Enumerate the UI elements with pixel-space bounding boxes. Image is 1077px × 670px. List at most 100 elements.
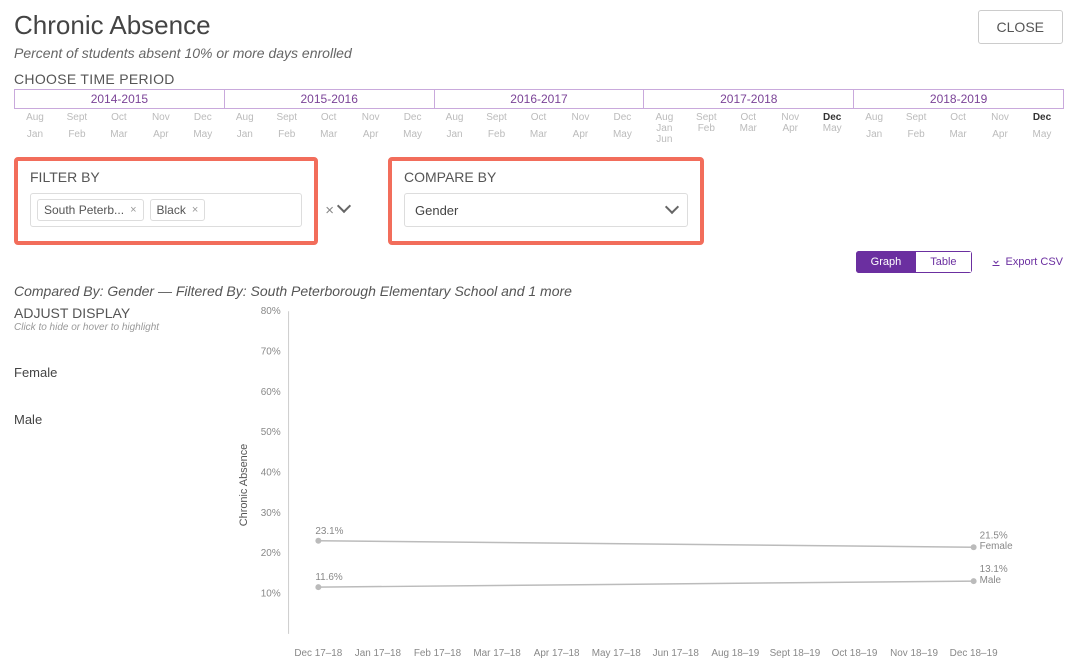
month-label[interactable]: Feb — [685, 123, 727, 134]
year-tab[interactable]: 2014-2015 — [14, 89, 225, 109]
month-label[interactable]: Mar — [98, 129, 140, 146]
svg-text:60%: 60% — [261, 387, 281, 398]
svg-text:Female: Female — [980, 541, 1014, 552]
month-label[interactable]: Sept — [476, 112, 518, 129]
export-csv-button[interactable]: Export CSV — [990, 256, 1063, 268]
month-label[interactable]: Jan — [224, 129, 266, 146]
svg-text:30%: 30% — [261, 508, 281, 519]
month-label[interactable]: Feb — [476, 129, 518, 146]
month-label[interactable]: Aug — [14, 112, 56, 129]
svg-text:50%: 50% — [261, 427, 281, 438]
month-label[interactable]: Feb — [895, 129, 937, 146]
compare-select[interactable]: Gender — [404, 193, 688, 227]
year-tab[interactable]: 2016-2017 — [434, 89, 645, 109]
remove-chip-icon[interactable]: × — [130, 204, 136, 216]
filter-chip[interactable]: Black × — [150, 199, 206, 221]
month-label[interactable]: Mar — [518, 129, 560, 146]
month-label[interactable]: Jan — [853, 129, 895, 146]
month-label[interactable]: Oct — [937, 112, 979, 129]
month-label[interactable]: Jan — [643, 123, 685, 134]
legend-item-female[interactable]: Female — [14, 365, 229, 380]
month-label[interactable]: Apr — [769, 123, 811, 134]
time-period-label: CHOOSE TIME PERIOD — [14, 71, 1063, 87]
svg-text:Aug 18–19: Aug 18–19 — [711, 648, 759, 659]
month-label[interactable]: May — [601, 129, 643, 146]
month-label[interactable]: Dec — [392, 112, 434, 129]
month-label[interactable]: May — [811, 123, 853, 134]
month-label[interactable]: Mar — [727, 123, 769, 134]
month-label[interactable]: Aug — [643, 112, 685, 123]
month-label[interactable]: Mar — [937, 129, 979, 146]
month-label[interactable]: Sept — [56, 112, 98, 129]
filter-by-panel: FILTER BY South Peterb...× Black× × — [14, 157, 318, 245]
month-label[interactable]: Apr — [350, 129, 392, 146]
month-label[interactable]: Feb — [56, 129, 98, 146]
month-label[interactable]: Sept — [685, 112, 727, 123]
month-label[interactable]: Dec — [601, 112, 643, 129]
view-toggle: Graph Table — [856, 251, 972, 273]
month-label[interactable]: Nov — [769, 112, 811, 123]
graph-toggle[interactable]: Graph — [856, 251, 917, 273]
remove-chip-icon[interactable]: × — [192, 204, 198, 216]
month-label[interactable]: Jan — [14, 129, 56, 146]
svg-text:80%: 80% — [261, 306, 281, 317]
month-label[interactable]: Feb — [266, 129, 308, 146]
filter-chip[interactable]: South Peterb... × — [37, 199, 144, 221]
svg-text:May 17–18: May 17–18 — [592, 648, 642, 659]
table-toggle[interactable]: Table — [916, 251, 971, 273]
compare-by-title: COMPARE BY — [404, 169, 688, 185]
month-label[interactable]: Nov — [140, 112, 182, 129]
chevron-down-icon[interactable] — [339, 201, 349, 219]
legend-item-male[interactable]: Male — [14, 412, 229, 427]
svg-text:23.1%: 23.1% — [315, 526, 343, 537]
year-tab[interactable]: 2015-2016 — [224, 89, 435, 109]
page-subtitle: Percent of students absent 10% or more d… — [14, 45, 352, 61]
svg-text:70%: 70% — [261, 347, 281, 358]
month-label[interactable]: Nov — [979, 112, 1021, 129]
month-label[interactable]: Apr — [979, 129, 1021, 146]
month-label[interactable]: Oct — [308, 112, 350, 129]
svg-text:11.6%: 11.6% — [315, 572, 343, 583]
month-label[interactable]: Nov — [559, 112, 601, 129]
month-label[interactable]: Sept — [895, 112, 937, 129]
svg-text:Jun 17–18: Jun 17–18 — [653, 648, 700, 659]
svg-text:Sept 18–19: Sept 18–19 — [770, 648, 821, 659]
month-label[interactable]: Aug — [224, 112, 266, 129]
month-label[interactable]: Dec — [811, 112, 853, 123]
month-label[interactable]: Sept — [266, 112, 308, 129]
month-label[interactable]: Jan — [434, 129, 476, 146]
chevron-down-icon — [667, 202, 677, 218]
svg-text:Jan 17–18: Jan 17–18 — [355, 648, 402, 659]
month-label[interactable]: Dec — [1021, 112, 1063, 129]
close-button[interactable]: CLOSE — [978, 10, 1063, 44]
month-label[interactable]: Oct — [727, 112, 769, 123]
month-label[interactable]: May — [1021, 129, 1063, 146]
clear-filters-icon[interactable]: × — [325, 202, 334, 219]
month-label[interactable]: Aug — [434, 112, 476, 129]
month-label[interactable]: Aug — [853, 112, 895, 129]
svg-text:10%: 10% — [261, 589, 281, 600]
months-row: AugSeptOctNovDecJanFebMarAprMayAugSeptOc… — [14, 112, 1063, 145]
month-label[interactable]: Mar — [308, 129, 350, 146]
compare-value: Gender — [415, 203, 458, 218]
month-label[interactable]: May — [392, 129, 434, 146]
month-label[interactable]: Nov — [350, 112, 392, 129]
month-label[interactable]: Jun — [643, 134, 685, 145]
month-label[interactable]: Oct — [98, 112, 140, 129]
month-label[interactable]: Oct — [518, 112, 560, 129]
chip-label: Black — [157, 203, 186, 217]
svg-text:Feb 17–18: Feb 17–18 — [414, 648, 462, 659]
svg-text:20%: 20% — [261, 548, 281, 559]
month-label[interactable]: Apr — [559, 129, 601, 146]
filter-input[interactable]: South Peterb... × Black × — [30, 193, 302, 227]
adjust-display-title: ADJUST DISPLAY — [14, 305, 229, 321]
month-label[interactable]: Dec — [182, 112, 224, 129]
year-tab[interactable]: 2017-2018 — [643, 89, 854, 109]
svg-text:Male: Male — [980, 575, 1002, 586]
month-label[interactable]: May — [182, 129, 224, 146]
chip-label: South Peterb... — [44, 203, 124, 217]
summary-text: Compared By: Gender — Filtered By: South… — [14, 283, 1063, 299]
month-label[interactable]: Apr — [140, 129, 182, 146]
year-tab[interactable]: 2018-2019 — [853, 89, 1064, 109]
chart: Chronic Absence80%70%60%50%40%30%20%10%D… — [229, 305, 1063, 670]
